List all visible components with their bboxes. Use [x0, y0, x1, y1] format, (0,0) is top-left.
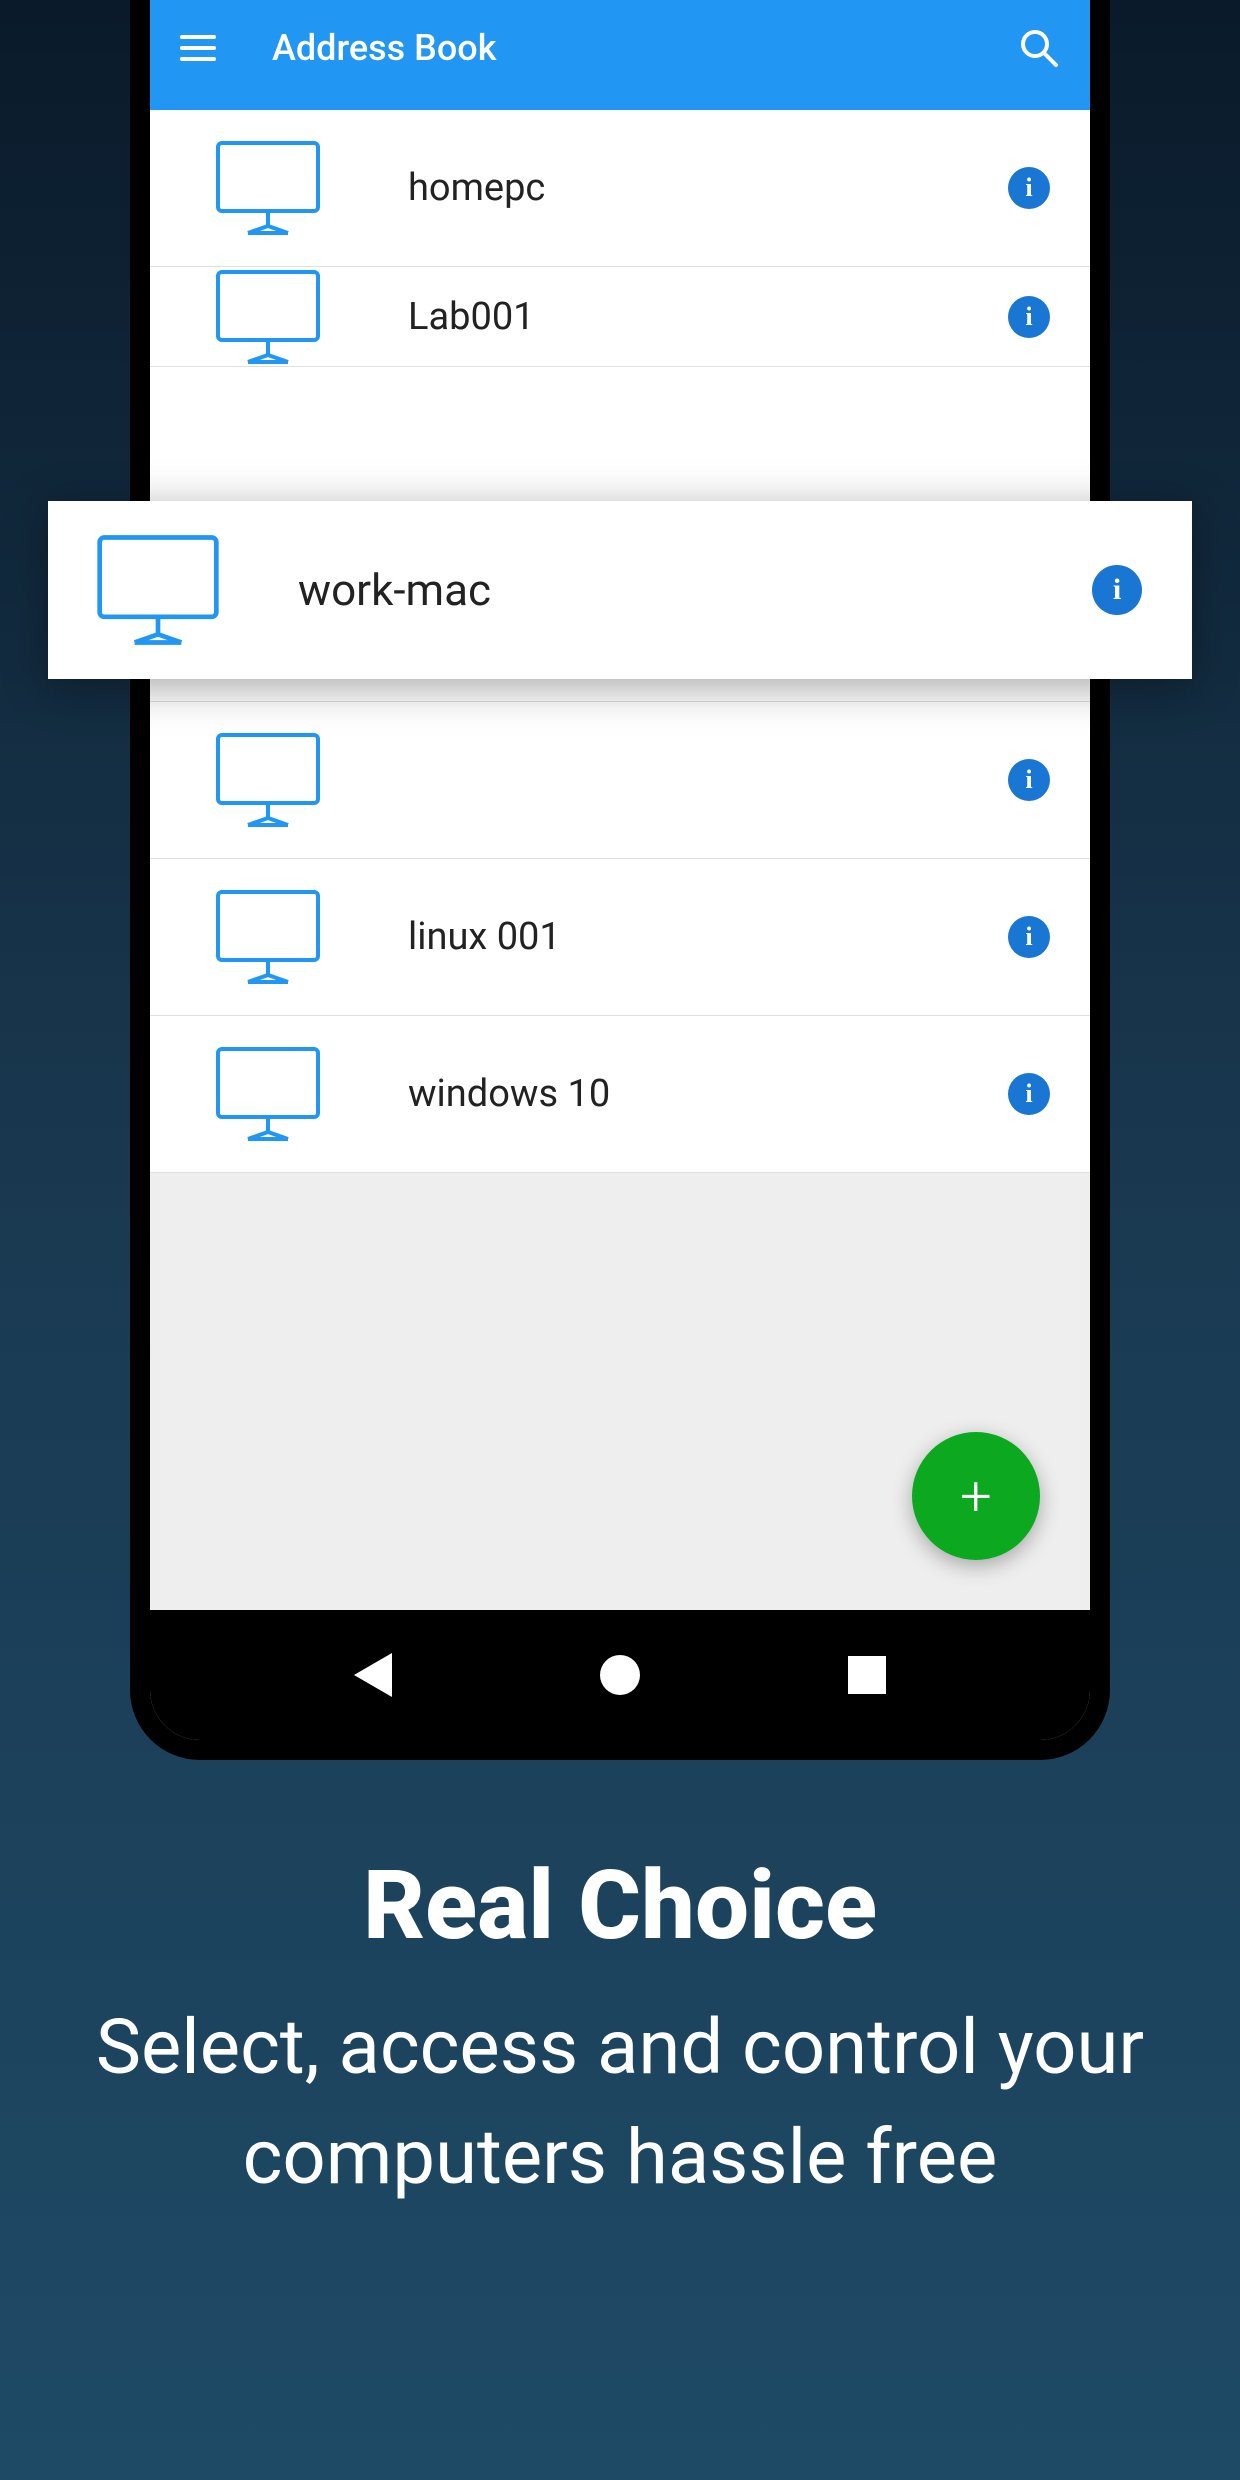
android-nav-bar [150, 1610, 1090, 1740]
info-icon[interactable]: i [1008, 296, 1050, 338]
add-device-fab[interactable]: + [912, 1432, 1040, 1560]
phone-screen: Address Book homepc i Lab001 i [150, 0, 1090, 1740]
info-icon[interactable]: i [1008, 167, 1050, 209]
computer-icon [208, 1044, 328, 1144]
device-row[interactable]: linux 001 i [150, 859, 1090, 1016]
phone-frame: Address Book homepc i Lab001 i [130, 0, 1110, 1760]
device-row[interactable]: i [150, 702, 1090, 859]
info-icon[interactable]: i [1008, 759, 1050, 801]
computer-icon [208, 730, 328, 830]
app-bar: Address Book [150, 0, 1090, 96]
device-row[interactable]: Lab001 i [150, 267, 1090, 367]
device-row-highlighted[interactable]: work-mac i [48, 501, 1192, 679]
device-name-label: homepc [408, 166, 1008, 210]
page-title: Address Book [272, 27, 1018, 69]
device-name-label: windows 10 [408, 1072, 1008, 1116]
device-row[interactable]: homepc i [150, 110, 1090, 267]
computer-icon [208, 887, 328, 987]
search-icon[interactable] [1018, 27, 1060, 69]
plus-icon: + [960, 1468, 992, 1524]
device-name-label: Lab001 [408, 295, 1008, 339]
nav-home-icon[interactable] [600, 1655, 640, 1695]
info-icon[interactable]: i [1008, 1073, 1050, 1115]
promo-section: Real Choice Select, access and control y… [0, 1850, 1240, 2212]
nav-back-icon[interactable] [354, 1653, 392, 1697]
promo-subtitle: Select, access and control your computer… [60, 1992, 1180, 2212]
computer-icon [208, 267, 328, 367]
device-row[interactable]: windows 10 i [150, 1016, 1090, 1173]
device-name-label: work-mac [298, 564, 1092, 616]
header-strip [150, 96, 1090, 110]
info-icon[interactable]: i [1092, 565, 1142, 615]
nav-recent-icon[interactable] [848, 1656, 886, 1694]
computer-icon [88, 530, 228, 650]
device-name-label: linux 001 [408, 915, 1008, 959]
promo-title: Real Choice [60, 1850, 1180, 1962]
computer-icon [208, 138, 328, 238]
info-icon[interactable]: i [1008, 916, 1050, 958]
hamburger-menu-icon[interactable] [180, 27, 222, 69]
